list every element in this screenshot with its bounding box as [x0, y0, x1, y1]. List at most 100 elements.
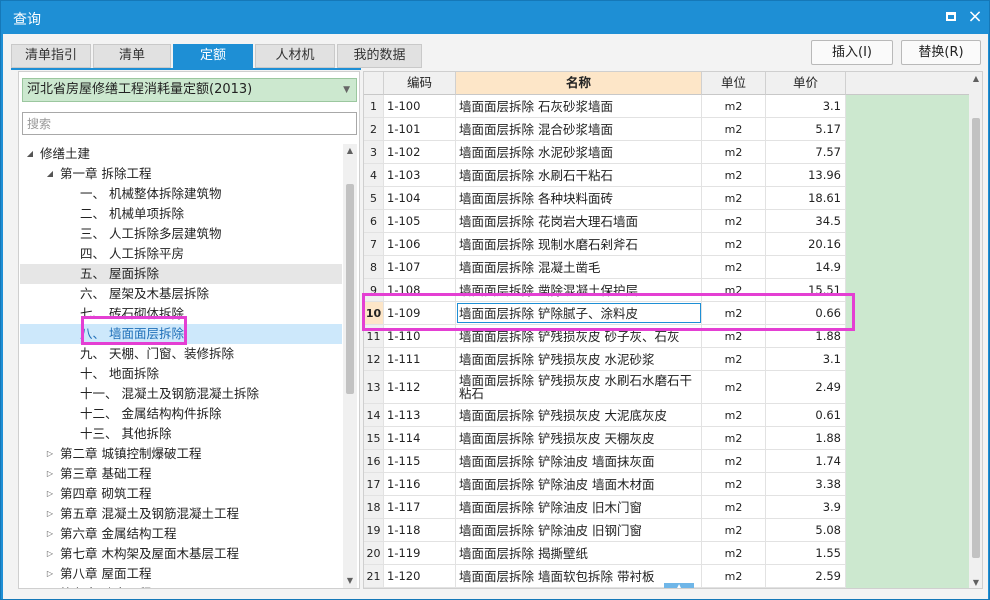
close-button[interactable]: ×	[965, 7, 985, 27]
table-row[interactable]: 3 1-102 墙面面层拆除 水泥砂浆墙面 m2 7.57	[364, 141, 846, 164]
tree-item[interactable]: 五、 屋面拆除	[20, 264, 342, 284]
collapsed-arrow-icon[interactable]: ▷	[44, 544, 56, 564]
table-row[interactable]: 8 1-107 墙面面层拆除 混凝土凿毛 m2 14.9	[364, 256, 846, 279]
tab-4[interactable]: 我的数据	[337, 44, 422, 68]
cell-num[interactable]: 5	[364, 187, 384, 209]
cell-num[interactable]: 2	[364, 118, 384, 140]
insert-button[interactable]: 插入(I)	[811, 40, 893, 65]
scroll-up-icon[interactable]: ▲	[343, 144, 357, 158]
tree-item[interactable]: 九、 天棚、门窗、装修拆除	[20, 344, 342, 364]
replace-button[interactable]: 替换(R)	[901, 40, 981, 65]
table-row[interactable]: 7 1-106 墙面面层拆除 现制水磨石剁斧石 m2 20.16	[364, 233, 846, 256]
table-row[interactable]: 1 1-100 墙面面层拆除 石灰砂浆墙面 m2 3.1	[364, 95, 846, 118]
table-row[interactable]: 6 1-105 墙面面层拆除 花岗岩大理石墙面 m2 34.5	[364, 210, 846, 233]
collapsed-arrow-icon[interactable]: ▷	[44, 484, 56, 504]
collapsed-arrow-icon[interactable]: ▷	[44, 524, 56, 544]
table-row[interactable]: 17 1-116 墙面面层拆除 铲除油皮 墙面木材面 m2 3.38	[364, 473, 846, 496]
cell-num[interactable]: 18	[364, 496, 384, 518]
grid-scrollbar[interactable]: ▲ ▼	[969, 72, 982, 588]
table-row[interactable]: 19 1-118 墙面面层拆除 铲除油皮 旧钢门窗 m2 5.08	[364, 519, 846, 542]
table-row[interactable]: 2 1-101 墙面面层拆除 混合砂浆墙面 m2 5.17	[364, 118, 846, 141]
cell-num[interactable]: 16	[364, 450, 384, 472]
expanded-arrow-icon[interactable]: ◢	[24, 144, 36, 164]
collapsed-arrow-icon[interactable]: ▷	[44, 564, 56, 584]
tree-item[interactable]: 十、 地面拆除	[20, 364, 342, 384]
cell-num[interactable]: 15	[364, 427, 384, 449]
table-row[interactable]: 11 1-110 墙面面层拆除 铲残损灰皮 砂子灰、石灰 m2 1.88	[364, 325, 846, 348]
cell-num[interactable]: 7	[364, 233, 384, 255]
cell-num[interactable]: 14	[364, 404, 384, 426]
table-row[interactable]: 14 1-113 墙面面层拆除 铲残损灰皮 大泥底灰皮 m2 0.61	[364, 404, 846, 427]
table-row[interactable]: 10 1-109 墙面面层拆除 铲除腻子、涂料皮 m2 0.66	[364, 302, 846, 325]
table-row[interactable]: 12 1-111 墙面面层拆除 铲残损灰皮 水泥砂浆 m2 3.1	[364, 348, 846, 371]
tree-item[interactable]: 八、 墙面面层拆除	[20, 324, 342, 344]
tree-item[interactable]: 十三、 其他拆除	[20, 424, 342, 444]
collapsed-arrow-icon[interactable]: ▷	[44, 584, 56, 588]
table-row[interactable]: 18 1-117 墙面面层拆除 铲除油皮 旧木门窗 m2 3.9	[364, 496, 846, 519]
cell-num[interactable]: 8	[364, 256, 384, 278]
tree-item[interactable]: ▷ 第四章 砌筑工程	[20, 484, 342, 504]
collapse-handle[interactable]: ▲	[664, 583, 694, 588]
tab-0[interactable]: 清单指引	[11, 44, 91, 68]
scroll-down-icon[interactable]: ▼	[343, 574, 357, 588]
tree-item[interactable]: ▷ 第七章 木构架及屋面木基层工程	[20, 544, 342, 564]
table-row[interactable]: 5 1-104 墙面面层拆除 各种块料面砖 m2 18.61	[364, 187, 846, 210]
cell-num[interactable]: 11	[364, 325, 384, 347]
header-unit[interactable]: 单位	[702, 72, 766, 95]
cell-num[interactable]: 20	[364, 542, 384, 564]
tree-item[interactable]: 六、 屋架及木基层拆除	[20, 284, 342, 304]
quota-library-select[interactable]: 河北省房屋修缮工程消耗量定额(2013) ▼	[22, 78, 357, 102]
collapsed-arrow-icon[interactable]: ▷	[44, 444, 56, 464]
cell-num[interactable]: 21	[364, 565, 384, 587]
cell-num[interactable]: 9	[364, 279, 384, 301]
tree-item[interactable]: ▷ 第六章 金属结构工程	[20, 524, 342, 544]
tree-item[interactable]: ◢ 第一章 拆除工程	[20, 164, 342, 184]
tree-item[interactable]: ▷ 第八章 屋面工程	[20, 564, 342, 584]
cell-num[interactable]: 3	[364, 141, 384, 163]
cell-num[interactable]: 13	[364, 371, 384, 403]
table-row[interactable]: 13 1-112 墙面面层拆除 铲残损灰皮 水刷石水磨石干粘石 m2 2.49	[364, 371, 846, 404]
tree-item[interactable]: ▷ 第五章 混凝土及钢筋混凝土工程	[20, 504, 342, 524]
tree-item[interactable]: ▷ 第二章 城镇控制爆破工程	[20, 444, 342, 464]
tree-item[interactable]: ◢ 修缮土建	[20, 144, 342, 164]
tree-item[interactable]: ▷ 第三章 基础工程	[20, 464, 342, 484]
cell-num[interactable]: 4	[364, 164, 384, 186]
tab-2[interactable]: 定额	[173, 44, 253, 68]
tree-scrollbar[interactable]: ▲ ▼	[343, 144, 357, 588]
cell-num[interactable]: 1	[364, 95, 384, 117]
expanded-arrow-icon[interactable]: ◢	[44, 164, 56, 184]
table-row[interactable]: 4 1-103 墙面面层拆除 水刷石干粘石 m2 13.96	[364, 164, 846, 187]
tree-item[interactable]: 三、 人工拆除多层建筑物	[20, 224, 342, 244]
tree-item[interactable]: 十一、 混凝土及钢筋混凝土拆除	[20, 384, 342, 404]
cell-num[interactable]: 19	[364, 519, 384, 541]
table-row[interactable]: 9 1-108 墙面面层拆除 凿除混凝土保护层 m2 15.51	[364, 279, 846, 302]
tree-item[interactable]: 四、 人工拆除平房	[20, 244, 342, 264]
tree-item[interactable]: 十二、 金属结构构件拆除	[20, 404, 342, 424]
tab-1[interactable]: 清单	[93, 44, 171, 68]
header-name[interactable]: 名称	[456, 72, 702, 95]
header-price[interactable]: 单价	[766, 72, 846, 95]
table-row[interactable]: 15 1-114 墙面面层拆除 铲残损灰皮 天棚灰皮 m2 1.88	[364, 427, 846, 450]
tree-item[interactable]: 二、 机械单项拆除	[20, 204, 342, 224]
table-row[interactable]: 20 1-119 墙面面层拆除 揭撕壁纸 m2 1.55	[364, 542, 846, 565]
cell-num[interactable]: 17	[364, 473, 384, 495]
tree-item[interactable]: ▷ 第九章 防水工程	[20, 584, 342, 588]
cell-num[interactable]: 12	[364, 348, 384, 370]
cell-num[interactable]: 6	[364, 210, 384, 232]
cell-num[interactable]: 10	[364, 302, 384, 324]
header-code[interactable]: 编码	[384, 72, 456, 95]
collapsed-arrow-icon[interactable]: ▷	[44, 464, 56, 484]
tab-3[interactable]: 人材机	[255, 44, 335, 68]
scroll-down-icon[interactable]: ▼	[969, 576, 982, 588]
grid-scroll-thumb[interactable]	[972, 118, 980, 558]
search-input[interactable]	[22, 112, 357, 135]
tree-item[interactable]: 七、 砖石砌体拆除	[20, 304, 342, 324]
tree-item[interactable]: 一、 机械整体拆除建筑物	[20, 184, 342, 204]
collapsed-arrow-icon[interactable]: ▷	[44, 504, 56, 524]
tree-scroll-thumb[interactable]	[346, 184, 354, 394]
tree-item-label: 第一章 拆除工程	[60, 166, 152, 181]
table-row[interactable]: 16 1-115 墙面面层拆除 铲除油皮 墙面抹灰面 m2 1.74	[364, 450, 846, 473]
table-row[interactable]: 21 1-120 墙面面层拆除 墙面软包拆除 带衬板 m2 2.59	[364, 565, 846, 588]
maximize-button[interactable]	[941, 7, 961, 27]
scroll-up-icon[interactable]: ▲	[969, 72, 982, 86]
